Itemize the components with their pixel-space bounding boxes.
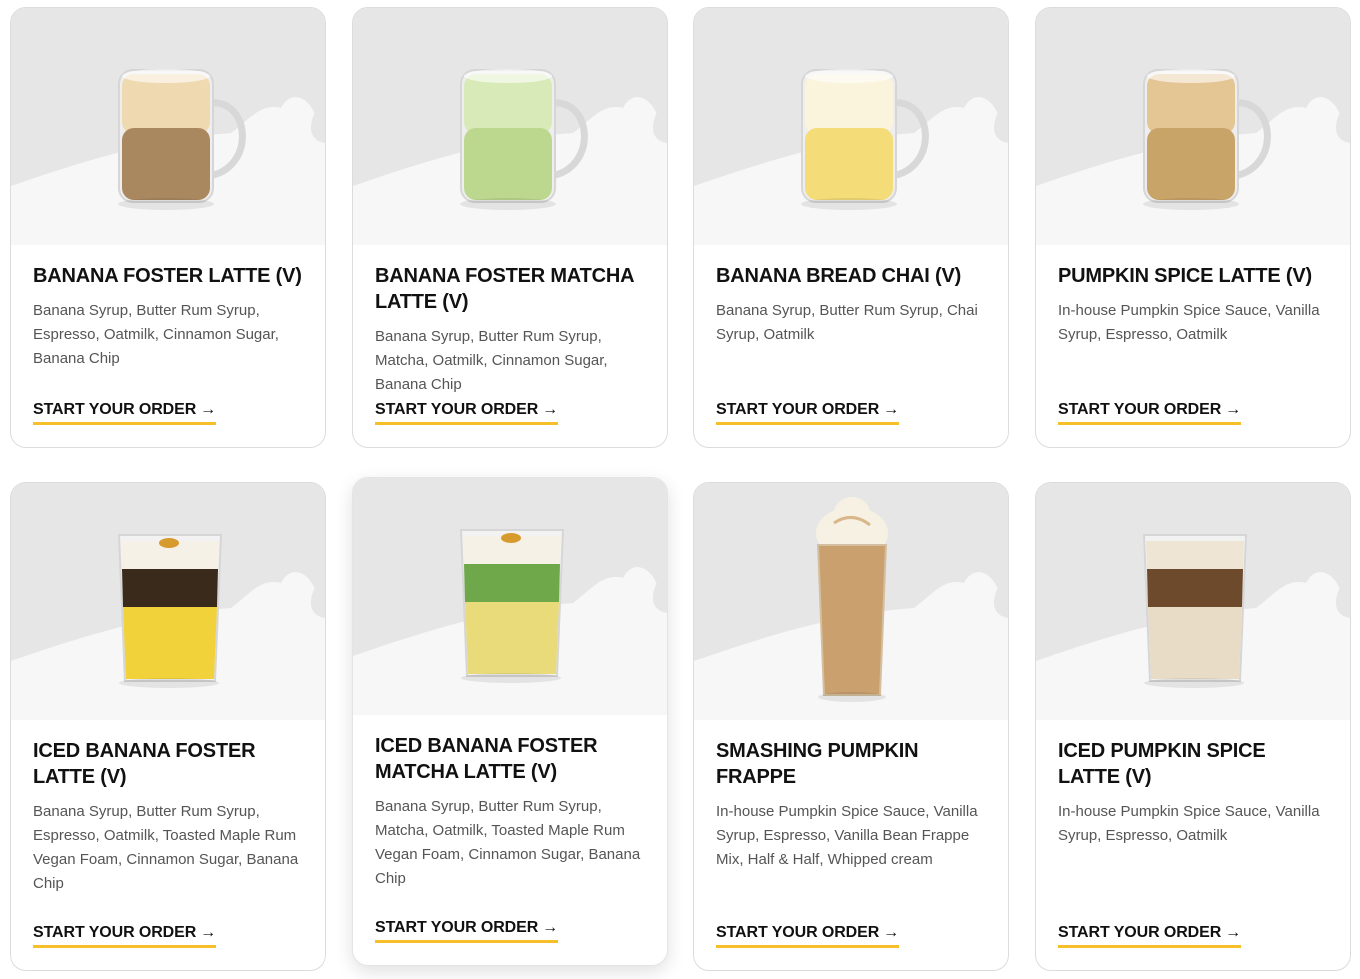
product-card[interactable]: BANANA FOSTER LATTE (V) Banana Syrup, Bu… [10,7,326,448]
product-card[interactable]: ICED BANANA FOSTER MATCHA LATTE (V) Bana… [352,477,668,966]
chai-mug-icon [801,69,929,210]
cta-label: START YOUR ORDER [716,401,880,418]
product-image [1036,483,1350,720]
product-description: Banana Syrup, Butter Rum Syrup, Espresso… [33,302,279,367]
arrow-right-icon: → [200,401,217,418]
product-description: Banana Syrup, Butter Rum Syrup, Matcha, … [375,798,641,887]
product-description: In-house Pumpkin Spice Sauce, Vanilla Sy… [716,803,978,868]
arrow-right-icon: → [200,924,217,941]
start-order-link[interactable]: START YOUR ORDER → [33,401,216,425]
product-title: BANANA FOSTER MATCHA LATTE (V) [375,265,634,313]
product-description: Banana Syrup, Butter Rum Syrup, Espresso… [33,803,299,892]
cta-label: START YOUR ORDER [375,919,539,936]
product-card[interactable]: BANANA BREAD CHAI (V) Banana Syrup, Butt… [693,7,1009,448]
product-card[interactable]: ICED BANANA FOSTER LATTE (V) Banana Syru… [10,482,326,971]
product-card[interactable]: BANANA FOSTER MATCHA LATTE (V) Banana Sy… [352,7,668,448]
start-order-link[interactable]: START YOUR ORDER → [716,924,899,948]
arrow-right-icon: → [1225,924,1242,941]
arrow-right-icon: → [883,924,900,941]
arrow-right-icon: → [542,919,559,936]
product-title: BANANA FOSTER LATTE (V) [33,265,302,287]
arrow-right-icon: → [1225,401,1242,418]
product-image [353,478,667,715]
product-image [11,8,325,245]
product-title: ICED BANANA FOSTER LATTE (V) [33,740,256,788]
product-image [694,483,1008,720]
pumpkin-latte-mug-icon [1143,69,1271,210]
product-title: SMASHING PUMPKIN FRAPPE [716,740,919,788]
product-image [11,483,325,720]
start-order-link[interactable]: START YOUR ORDER → [1058,924,1241,948]
matcha-mug-icon [460,69,588,210]
hot-latte-mug-icon [118,69,246,210]
cta-label: START YOUR ORDER [375,401,539,418]
product-title: ICED PUMPKIN SPICE LATTE (V) [1058,740,1266,788]
product-image [694,8,1008,245]
cta-label: START YOUR ORDER [1058,924,1222,941]
product-title: BANANA BREAD CHAI (V) [716,265,962,287]
start-order-link[interactable]: START YOUR ORDER → [375,919,558,943]
product-title: PUMPKIN SPICE LATTE (V) [1058,265,1312,287]
product-title: ICED BANANA FOSTER MATCHA LATTE (V) [375,735,598,783]
product-description: In-house Pumpkin Spice Sauce, Vanilla Sy… [1058,302,1320,343]
iced-matcha-glass-icon [459,529,565,683]
start-order-link[interactable]: START YOUR ORDER → [375,401,558,425]
iced-latte-glass-icon [117,534,223,688]
cta-label: START YOUR ORDER [716,924,880,941]
cta-label: START YOUR ORDER [33,924,197,941]
product-image [353,8,667,245]
start-order-link[interactable]: START YOUR ORDER → [33,924,216,948]
cta-label: START YOUR ORDER [1058,401,1222,418]
frappe-glass-icon [816,497,888,702]
product-card[interactable]: ICED PUMPKIN SPICE LATTE (V) In-house Pu… [1035,482,1351,971]
start-order-link[interactable]: START YOUR ORDER → [716,401,899,425]
product-description: Banana Syrup, Butter Rum Syrup, Chai Syr… [716,302,978,343]
arrow-right-icon: → [542,401,559,418]
product-card[interactable]: PUMPKIN SPICE LATTE (V) In-house Pumpkin… [1035,7,1351,448]
product-card[interactable]: SMASHING PUMPKIN FRAPPE In-house Pumpkin… [693,482,1009,971]
iced-pumpkin-glass-icon [1142,534,1248,688]
product-description: In-house Pumpkin Spice Sauce, Vanilla Sy… [1058,803,1320,844]
cta-label: START YOUR ORDER [33,401,197,418]
product-description: Banana Syrup, Butter Rum Syrup, Matcha, … [375,328,608,393]
arrow-right-icon: → [883,401,900,418]
start-order-link[interactable]: START YOUR ORDER → [1058,401,1241,425]
product-image [1036,8,1350,245]
